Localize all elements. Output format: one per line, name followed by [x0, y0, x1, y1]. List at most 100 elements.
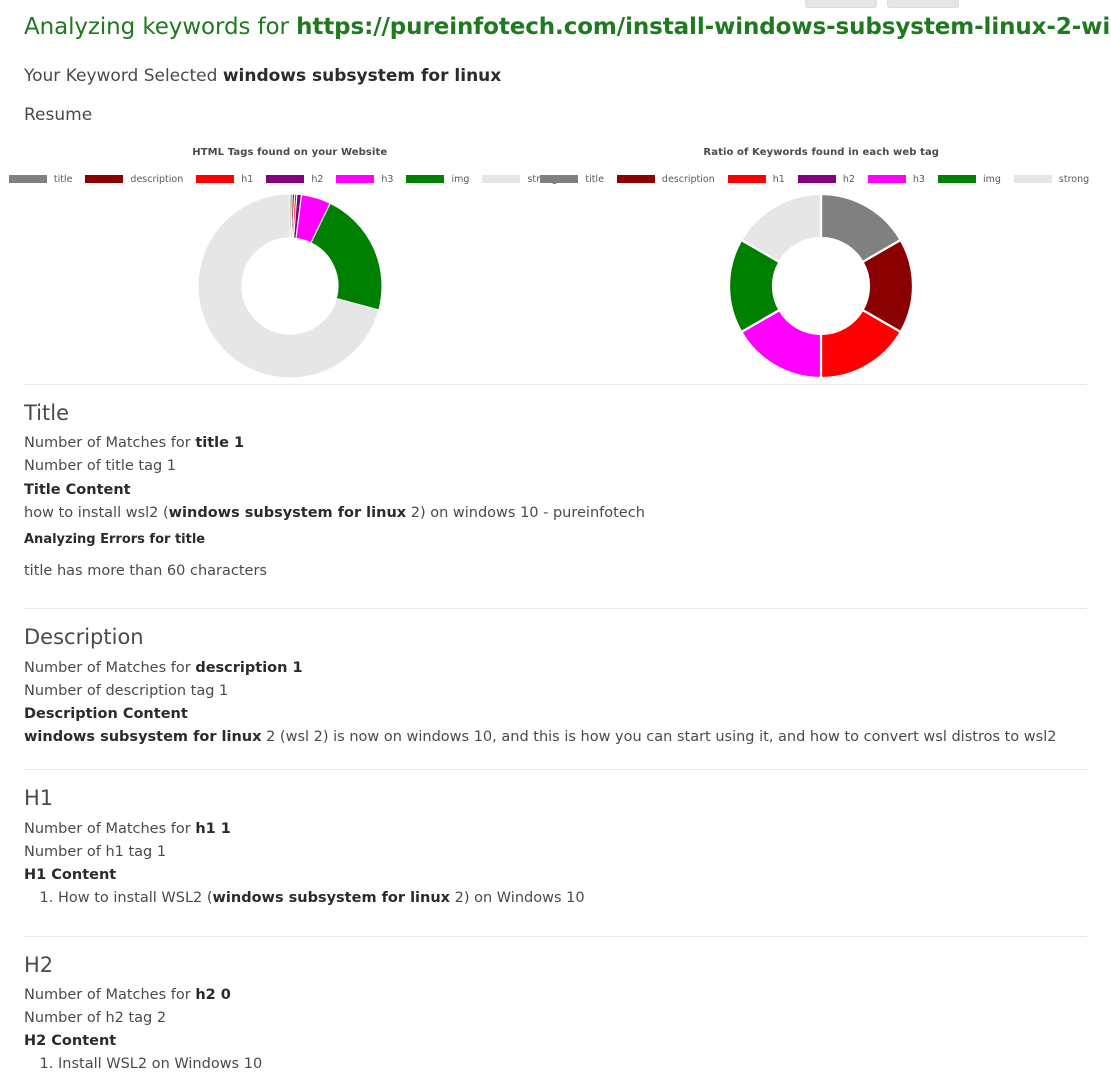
h1-content-label: H1 Content: [24, 866, 117, 883]
section-title-heading: Title: [24, 400, 70, 425]
section-h2: H2 Number of Matches for h2 0 Number of …: [24, 935, 1087, 1076]
selected-keyword-line: Your Keyword Selected windows subsystem …: [24, 42, 1087, 87]
h1-matches-line: Number of Matches for h1 1: [24, 818, 1087, 841]
description-content-keyword: windows subsystem for linux: [24, 729, 262, 746]
title-matches-prefix: Number of Matches for: [24, 435, 196, 452]
legend-swatch-title-icon: [8, 175, 47, 184]
title-matches-value: title 1: [195, 435, 245, 452]
description-content-label: Description Content: [24, 705, 188, 722]
legend-item-h3[interactable]: h3: [867, 173, 932, 185]
legend-item-strong[interactable]: strong: [1013, 173, 1096, 185]
h2-tag-count: Number of h2 tag 2: [24, 1009, 167, 1026]
list-item: Install WSL2 on Windows 10: [58, 1053, 1087, 1075]
legend-item-h1[interactable]: h1: [727, 173, 792, 185]
toolbar-stub-left[interactable]: [805, 0, 877, 8]
legend-label-title: title: [585, 173, 604, 185]
legend-label-img: img: [451, 173, 470, 185]
legend-item-title[interactable]: title: [540, 174, 611, 185]
section-h1: H1 Number of Matches for h1 1 Number of …: [24, 769, 1087, 935]
h1-section-spacer: [24, 910, 1087, 936]
description-content-post: 2 (wsl 2) is now on windows 10, and this…: [261, 729, 1057, 746]
title-content-keyword: windows subsystem for linux: [168, 504, 407, 521]
legend-swatch-h3-icon: [336, 175, 375, 184]
legend-item-h2[interactable]: h2: [266, 174, 330, 185]
legend-label-title: title: [53, 173, 73, 185]
legend-item-h1[interactable]: h1: [196, 174, 260, 185]
toolbar-stub-right[interactable]: [887, 0, 959, 8]
legend-label-description: description: [661, 173, 715, 185]
description-content-value: windows subsystem for linux 2 (wsl 2) is…: [24, 726, 1087, 749]
chart-html-tags-donut-wrap: [24, 191, 556, 391]
description-matches-prefix: Number of Matches for: [24, 659, 196, 676]
charts-row: HTML Tags found on your Website title des…: [8, 144, 1089, 384]
title-matches-line: Number of Matches for title 1: [24, 432, 1087, 455]
title-content-value: how to install wsl2 (windows subsystem f…: [24, 502, 1087, 525]
legend-label-h1: h1: [241, 173, 254, 185]
title-content-label: Title Content: [24, 481, 131, 498]
selected-keyword-value: windows subsystem for linux: [222, 65, 502, 86]
title-content-post: 2) on windows 10 - pureinfotech: [406, 504, 645, 521]
chart-keyword-ratio-donut: [728, 192, 915, 380]
legend-swatch-description-icon: [616, 175, 655, 184]
legend-label-h1: h1: [772, 173, 785, 185]
selected-keyword-label: Your Keyword Selected: [24, 65, 223, 86]
top-toolbar-stubs: [805, 0, 959, 8]
h2-matches-line: Number of Matches for h2 0: [24, 984, 1087, 1007]
chart-html-tags-title: HTML Tags found on your Website: [192, 146, 388, 158]
list-item: How to install WSL2 (windows subsystem f…: [58, 887, 1087, 909]
h1-item-post: 2) on Windows 10: [450, 890, 585, 907]
legend-item-description[interactable]: description: [85, 174, 190, 185]
section-h1-heading: H1: [24, 786, 54, 811]
section-description-heading: Description: [24, 625, 144, 650]
h1-item-keyword: windows subsystem for linux: [212, 890, 451, 907]
description-section-spacer: [24, 749, 1087, 769]
section-title: Title Number of Matches for title 1 Numb…: [24, 383, 1087, 608]
legend-swatch-title-icon: [540, 175, 579, 184]
legend-swatch-img-icon: [937, 175, 976, 184]
h1-matches-value: h1 1: [195, 820, 231, 837]
title-section-spacer: [24, 582, 1087, 608]
h2-content-list: Install WSL2 on Windows 10: [24, 1053, 1087, 1075]
h1-matches-prefix: Number of Matches for: [24, 820, 196, 837]
section-description: Description Number of Matches for descri…: [24, 608, 1087, 769]
legend-item-img[interactable]: img: [937, 173, 1008, 185]
description-tag-count: Number of description tag 1: [24, 682, 229, 699]
title-content-pre: how to install wsl2 (: [24, 504, 169, 521]
chart-keyword-ratio-title: Ratio of Keywords found in each web tag: [703, 146, 940, 158]
legend-swatch-strong-icon: [482, 175, 521, 184]
title-errors-label: Analyzing Errors for title: [24, 531, 206, 547]
h2-matches-prefix: Number of Matches for: [24, 986, 196, 1003]
legend-swatch-img-icon: [406, 175, 445, 184]
legend-swatch-h1-icon: [196, 175, 235, 184]
title-error-item: title has more than 60 characters: [24, 562, 267, 579]
page-container: Analyzing keywords for https://pureinfot…: [0, 0, 1111, 1076]
page-title-prefix: Analyzing keywords for: [24, 14, 297, 40]
h1-item-pre: How to install WSL2 (: [58, 890, 213, 907]
legend-label-description: description: [130, 173, 184, 185]
legend-item-description[interactable]: description: [616, 173, 722, 185]
legend-label-h2: h2: [311, 173, 324, 185]
legend-swatch-h2-icon: [266, 175, 305, 184]
chart-html-tags-donut: [197, 193, 383, 379]
chart-keyword-ratio-donut-wrap: [556, 191, 1088, 391]
section-h2-heading: H2: [24, 952, 54, 977]
legend-label-h2: h2: [842, 173, 855, 185]
h2-item-pre: Install WSL2 on Windows 10: [58, 1056, 263, 1073]
legend-item-h3[interactable]: h3: [336, 174, 400, 185]
legend-swatch-h1-icon: [727, 175, 766, 184]
h1-content-list: How to install WSL2 (windows subsystem f…: [24, 887, 1087, 909]
legend-item-img[interactable]: img: [406, 174, 476, 185]
h2-content-label: H2 Content: [24, 1033, 117, 1050]
legend-swatch-h2-icon: [797, 175, 836, 184]
chart-keyword-ratio: Ratio of Keywords found in each web tag …: [540, 144, 1089, 384]
analyzed-url[interactable]: https://pureinfotech.com/install-windows…: [296, 14, 1111, 40]
resume-label: Resume: [24, 104, 93, 125]
description-matches-value: description 1: [195, 659, 303, 676]
legend-item-h2[interactable]: h2: [797, 173, 862, 185]
legend-label-h3: h3: [912, 173, 925, 185]
legend-item-title[interactable]: title: [8, 173, 80, 185]
h1-tag-count: Number of h1 tag 1: [24, 843, 167, 860]
legend-label-img: img: [982, 173, 1001, 185]
h2-matches-value: h2 0: [195, 986, 231, 1003]
legend-label-strong: strong: [1058, 173, 1090, 185]
